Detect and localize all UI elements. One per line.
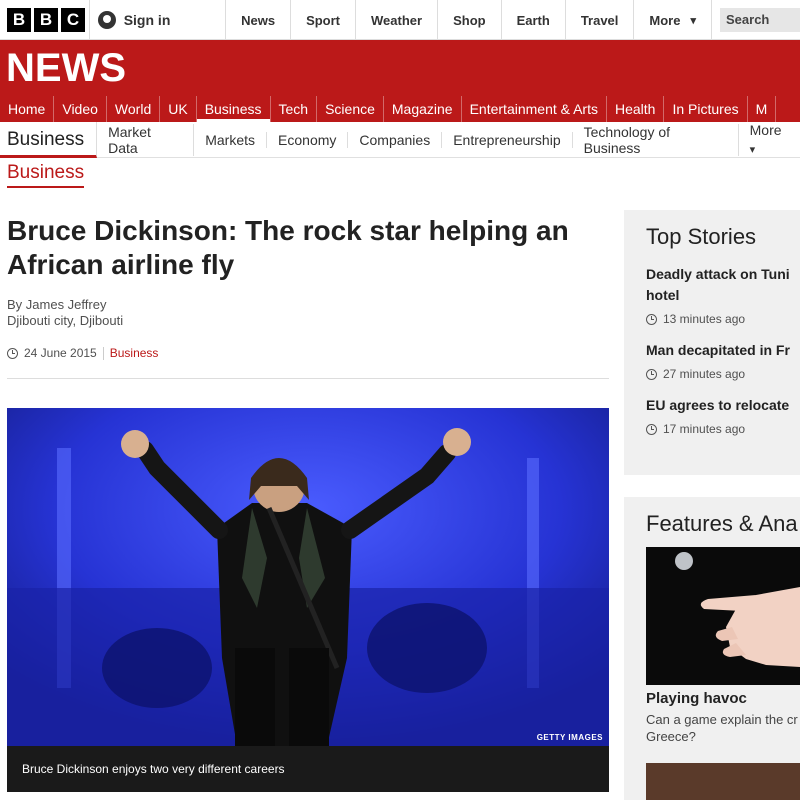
sub-nav-technology-of-business[interactable]: Technology of Business [573,123,739,156]
top-story-3-title[interactable]: EU agrees to relocate [646,395,800,416]
image-caption: Bruce Dickinson enjoys two very differen… [7,746,609,792]
nav-truncated-item[interactable]: M [748,96,777,122]
features-panel: Features & Ana Playing havoc Can a game … [624,497,800,800]
user-icon [97,10,116,29]
feature-title[interactable]: Playing havoc [646,690,747,707]
hand-photo [646,547,800,685]
news-banner: NEWS [0,40,800,96]
feature-summary: Can a game explain the cr Greece? [646,711,798,745]
divider [7,378,609,379]
top-bar: B B C Sign in News Sport Weather Shop Ea… [0,0,800,40]
features-title: Features & Ana [646,511,798,536]
article-tag[interactable]: Business [110,346,159,360]
bbc-logo[interactable]: B B C [0,0,89,39]
nav-health[interactable]: Health [607,96,665,122]
sub-nav-economy[interactable]: Economy [267,131,349,148]
image-credit: GETTY IMAGES [536,733,603,742]
clock-icon [646,313,657,325]
sub-nav-more[interactable]: More [739,122,800,158]
clock-icon [7,347,18,359]
search-box [711,0,800,39]
business-sub-nav: Business Market Data Markets Economy Com… [0,121,800,158]
nav-entertainment-arts[interactable]: Entertainment & Arts [462,96,607,122]
top-stories-panel: Top Stories Deadly attack on Tuni hotel … [624,210,800,475]
logo-letter-c: C [61,7,85,32]
search-input[interactable] [720,7,800,32]
sign-in-label: Sign in [123,11,171,28]
top-nav-news[interactable]: News [225,0,290,40]
top-story-2-title[interactable]: Man decapitated in Fr [646,340,800,361]
top-nav-shop[interactable]: Shop [437,0,501,40]
top-story-1-title-line-1[interactable]: Deadly attack on Tuni [646,264,800,285]
nav-home[interactable]: Home [0,96,55,122]
clock-icon [646,423,657,435]
sub-nav-section-title[interactable]: Business [0,121,98,158]
top-story-1-time-text: 13 minutes ago [663,312,746,326]
nav-in-pictures[interactable]: In Pictures [664,96,748,122]
top-stories-title: Top Stories [646,224,757,249]
nav-science[interactable]: Science [317,96,384,122]
nav-video[interactable]: Video [54,96,107,122]
news-wordmark[interactable]: NEWS [6,46,126,91]
hero-image: GETTY IMAGES Bruce Dickinson enjoys two … [7,408,609,792]
sub-nav-entrepreneurship[interactable]: Entrepreneurship [442,131,573,148]
clock-icon [646,368,657,380]
top-story-1[interactable]: Deadly attack on Tuni hotel 13 minutes a… [624,264,800,326]
nav-world[interactable]: World [107,96,161,122]
feature-image[interactable] [646,547,800,685]
top-nav: News Sport Weather Shop Earth Travel Mor… [225,0,711,40]
top-nav-sport[interactable]: Sport [290,0,355,40]
nav-tech[interactable]: Tech [271,96,318,122]
logo-letter-b2: B [34,7,58,32]
top-story-2[interactable]: Man decapitated in Fr 27 minutes ago [624,340,800,381]
article-headline: Bruce Dickinson: The rock star helping a… [7,215,569,280]
sub-nav-markets[interactable]: Markets [194,131,268,148]
feature-image-2[interactable] [646,763,800,800]
top-story-3-time-text: 17 minutes ago [663,422,746,436]
nav-uk[interactable]: UK [160,96,197,122]
sub-nav-market-data[interactable]: Market Data [97,123,195,156]
sub-nav-companies[interactable]: Companies [348,131,443,148]
nav-magazine[interactable]: Magazine [384,96,462,122]
logo-letter-b1: B [7,7,31,32]
byline: By James Jeffrey Djibouti city, Djibouti [7,297,123,329]
top-nav-more[interactable]: More [633,0,711,40]
top-nav-weather[interactable]: Weather [355,0,437,40]
top-story-1-title-line-2[interactable]: hotel [646,285,800,306]
top-story-1-time: 13 minutes ago [646,312,800,326]
nav-business[interactable]: Business [196,96,271,122]
sign-in-button[interactable]: Sign in [88,0,225,39]
top-story-3-time: 17 minutes ago [646,422,800,436]
top-nav-earth[interactable]: Earth [500,0,565,40]
location: Djibouti city, Djibouti [7,313,124,328]
top-story-3[interactable]: EU agrees to relocate 17 minutes ago [624,395,800,436]
section-label[interactable]: Business [7,162,85,188]
article-date: 24 June 2015 [24,346,97,360]
author: By James Jeffrey [7,297,107,312]
article-meta: 24 June 2015 Business [7,346,158,360]
top-nav-travel[interactable]: Travel [564,0,634,40]
meta-divider [102,346,104,360]
top-story-2-time: 27 minutes ago [646,367,800,381]
top-story-2-time-text: 27 minutes ago [663,367,746,381]
feature-summary-line-1: Can a game explain the cr [646,712,798,727]
performer-photo [7,408,609,746]
section-nav: Home Video World UK Business Tech Scienc… [0,96,800,122]
feature-summary-line-2: Greece? [646,729,696,744]
